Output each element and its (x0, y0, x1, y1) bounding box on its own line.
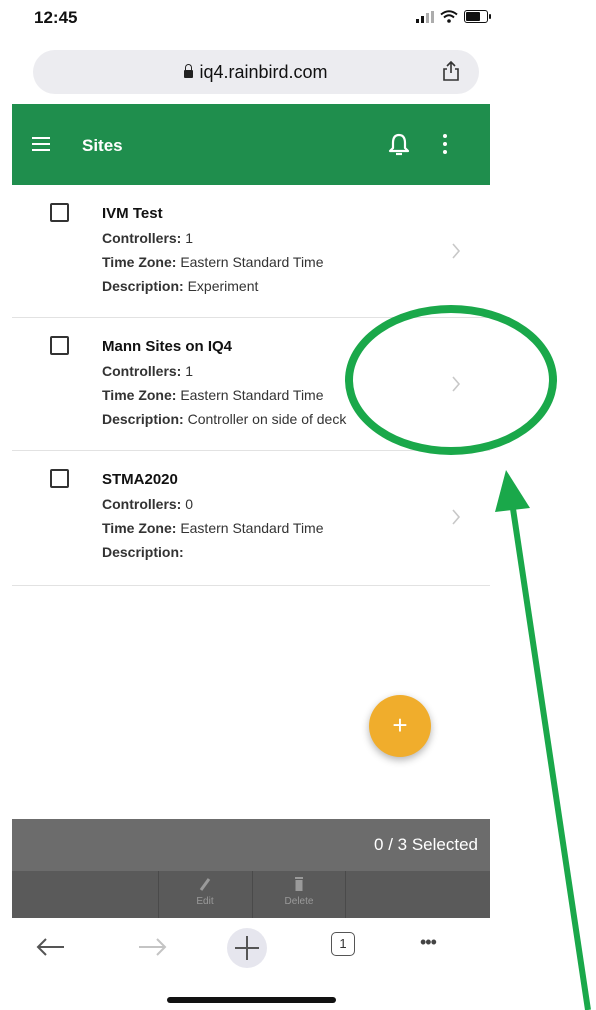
app-header: Sites (12, 104, 490, 185)
site-name: IVM Test (102, 205, 163, 222)
edit-label: Edit (196, 896, 214, 907)
annotation-circle (345, 305, 557, 455)
edit-button[interactable]: Edit (159, 875, 251, 915)
row-checkbox[interactable] (50, 203, 69, 222)
url-text: iq4.rainbird.com (199, 62, 328, 82)
battery-icon (464, 10, 491, 23)
annotation-arrow (495, 470, 591, 1010)
lock-icon (184, 64, 194, 78)
timezone-label: Time Zone: (102, 520, 177, 536)
row-checkbox[interactable] (50, 336, 69, 355)
site-row[interactable]: IVM Test Controllers: 1 Time Zone: Easte… (12, 185, 490, 318)
home-indicator (167, 997, 336, 1003)
page-title: Sites (82, 136, 123, 155)
controllers-value: 0 (185, 496, 194, 512)
timezone-value: Eastern Standard Time (180, 520, 324, 536)
divider (345, 871, 346, 918)
url-display[interactable]: iq4.rainbird.com (33, 62, 479, 83)
edit-icon (199, 878, 211, 891)
description-value: Controller on side of deck (187, 411, 347, 427)
tabs-icon[interactable]: 1 (331, 932, 355, 956)
delete-icon (295, 877, 303, 891)
selection-bar: 0 / 3 Selected (12, 819, 490, 871)
menu-icon[interactable] (32, 137, 50, 151)
bell-icon[interactable] (386, 131, 412, 159)
site-row[interactable]: STMA2020 Controllers: 0 Time Zone: Easte… (12, 451, 490, 586)
chevron-right-icon[interactable] (451, 508, 461, 526)
delete-button[interactable]: Delete (253, 875, 345, 915)
site-details: IVM Test Controllers: 1 Time Zone: Easte… (102, 202, 324, 298)
description-label: Description: (102, 278, 184, 294)
selection-count: 0 / 3 Selected (374, 835, 478, 854)
browser-toolbar: 1 ••• (0, 918, 500, 978)
more-label: ••• (420, 932, 437, 952)
chevron-right-icon[interactable] (451, 242, 461, 260)
site-name: STMA2020 (102, 471, 178, 488)
description-label: Description: (102, 544, 184, 560)
site-name: Mann Sites on IQ4 (102, 338, 233, 355)
tabs-count: 1 (339, 936, 347, 951)
controllers-label: Controllers: (102, 363, 182, 379)
description-label: Description: (102, 411, 184, 427)
new-tab-icon[interactable] (225, 926, 269, 970)
status-bar: 12:45 (0, 0, 596, 42)
more-vert-icon[interactable] (443, 134, 449, 156)
back-arrow-icon[interactable] (34, 930, 68, 964)
add-icon: + (392, 710, 408, 740)
row-checkbox[interactable] (50, 469, 69, 488)
timezone-value: Eastern Standard Time (180, 387, 324, 403)
timezone-label: Time Zone: (102, 254, 177, 270)
timezone-label: Time Zone: (102, 387, 177, 403)
more-horizontal-icon[interactable]: ••• (420, 932, 437, 953)
delete-label: Delete (284, 896, 314, 907)
forward-arrow-icon[interactable] (135, 930, 169, 964)
share-icon[interactable] (441, 60, 461, 82)
controllers-value: 1 (185, 363, 194, 379)
signal-icon (416, 10, 434, 23)
status-time: 12:45 (34, 8, 78, 27)
status-icons (416, 10, 491, 23)
description-value: Experiment (187, 278, 259, 294)
add-site-button[interactable]: + (369, 695, 431, 757)
action-bar: Edit Delete (12, 871, 490, 918)
controllers-label: Controllers: (102, 230, 182, 246)
site-details: STMA2020 Controllers: 0 Time Zone: Easte… (102, 468, 324, 564)
controllers-value: 1 (185, 230, 194, 246)
controllers-label: Controllers: (102, 496, 182, 512)
wifi-icon (440, 10, 458, 23)
site-details: Mann Sites on IQ4 Controllers: 1 Time Zo… (102, 335, 346, 431)
address-bar[interactable]: iq4.rainbird.com (33, 50, 479, 94)
timezone-value: Eastern Standard Time (180, 254, 324, 270)
